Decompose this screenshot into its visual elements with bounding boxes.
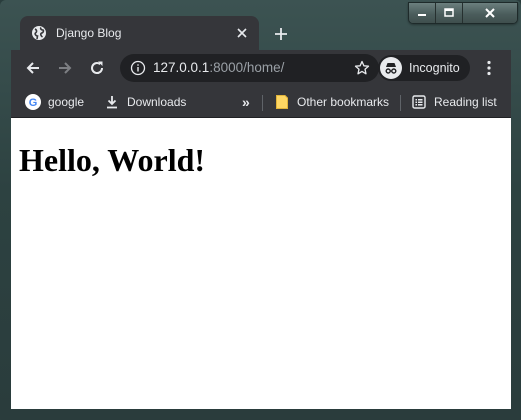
close-icon [485, 8, 495, 18]
plus-icon [275, 28, 287, 40]
bookmarks-overflow-button[interactable]: » [242, 92, 250, 112]
page-heading: Hello, World! [19, 142, 206, 178]
incognito-icon [380, 57, 402, 79]
tab-django-blog[interactable]: Django Blog [20, 16, 259, 50]
page-viewport: Hello, World! [11, 118, 511, 409]
bookmarks-bar: G google Downloads » Other bookmarks Rea… [11, 87, 511, 118]
menu-button[interactable] [481, 58, 497, 78]
tab-close-icon[interactable] [234, 25, 250, 41]
reading-list-icon [411, 94, 427, 110]
globe-icon [31, 25, 47, 41]
forward-button[interactable] [55, 58, 75, 78]
divider [262, 95, 263, 111]
reading-list-button[interactable]: Reading list [411, 92, 497, 112]
bookmark-label: google [48, 95, 85, 109]
svg-text:G: G [29, 97, 38, 109]
folder-icon [274, 94, 290, 110]
incognito-badge[interactable]: Incognito [378, 55, 470, 81]
star-icon[interactable] [354, 60, 370, 76]
url-text: 127.0.0.1:8000/home/ [153, 60, 284, 75]
back-button[interactable] [23, 58, 43, 78]
address-bar[interactable]: 127.0.0.1:8000/home/ [120, 54, 379, 82]
url-path: :8000/home/ [209, 60, 285, 75]
arrow-right-icon [59, 62, 72, 74]
maximize-icon [444, 8, 454, 17]
reload-button[interactable] [87, 58, 107, 78]
divider [400, 95, 401, 111]
reload-icon [91, 61, 104, 74]
other-bookmarks-folder[interactable]: Other bookmarks [274, 92, 389, 112]
bookmark-downloads[interactable]: Downloads [104, 92, 186, 112]
close-window-button[interactable] [463, 3, 517, 23]
tab-title: Django Blog [56, 26, 122, 40]
google-icon: G [25, 94, 41, 110]
browser-toolbar: 127.0.0.1:8000/home/ Incognito [11, 50, 511, 87]
maximize-button[interactable] [436, 3, 463, 23]
incognito-label: Incognito [409, 61, 460, 75]
arrow-left-icon [26, 62, 39, 74]
reading-list-label: Reading list [434, 95, 497, 109]
bookmark-label: Downloads [127, 95, 187, 109]
chevron-double-right-icon: » [242, 94, 250, 110]
minimize-button[interactable] [409, 3, 436, 23]
other-bookmarks-label: Other bookmarks [297, 95, 390, 109]
url-host: 127.0.0.1 [153, 60, 210, 75]
kebab-menu-icon [487, 60, 491, 76]
new-tab-button[interactable] [269, 22, 293, 46]
window-controls [408, 2, 518, 24]
minimize-icon [418, 14, 426, 16]
download-icon [104, 94, 120, 110]
bookmark-google[interactable]: G google [25, 92, 84, 112]
browser-window: Django Blog 127.0.0.1:8000/home/ Incogni… [0, 0, 521, 420]
info-icon[interactable] [130, 60, 146, 76]
